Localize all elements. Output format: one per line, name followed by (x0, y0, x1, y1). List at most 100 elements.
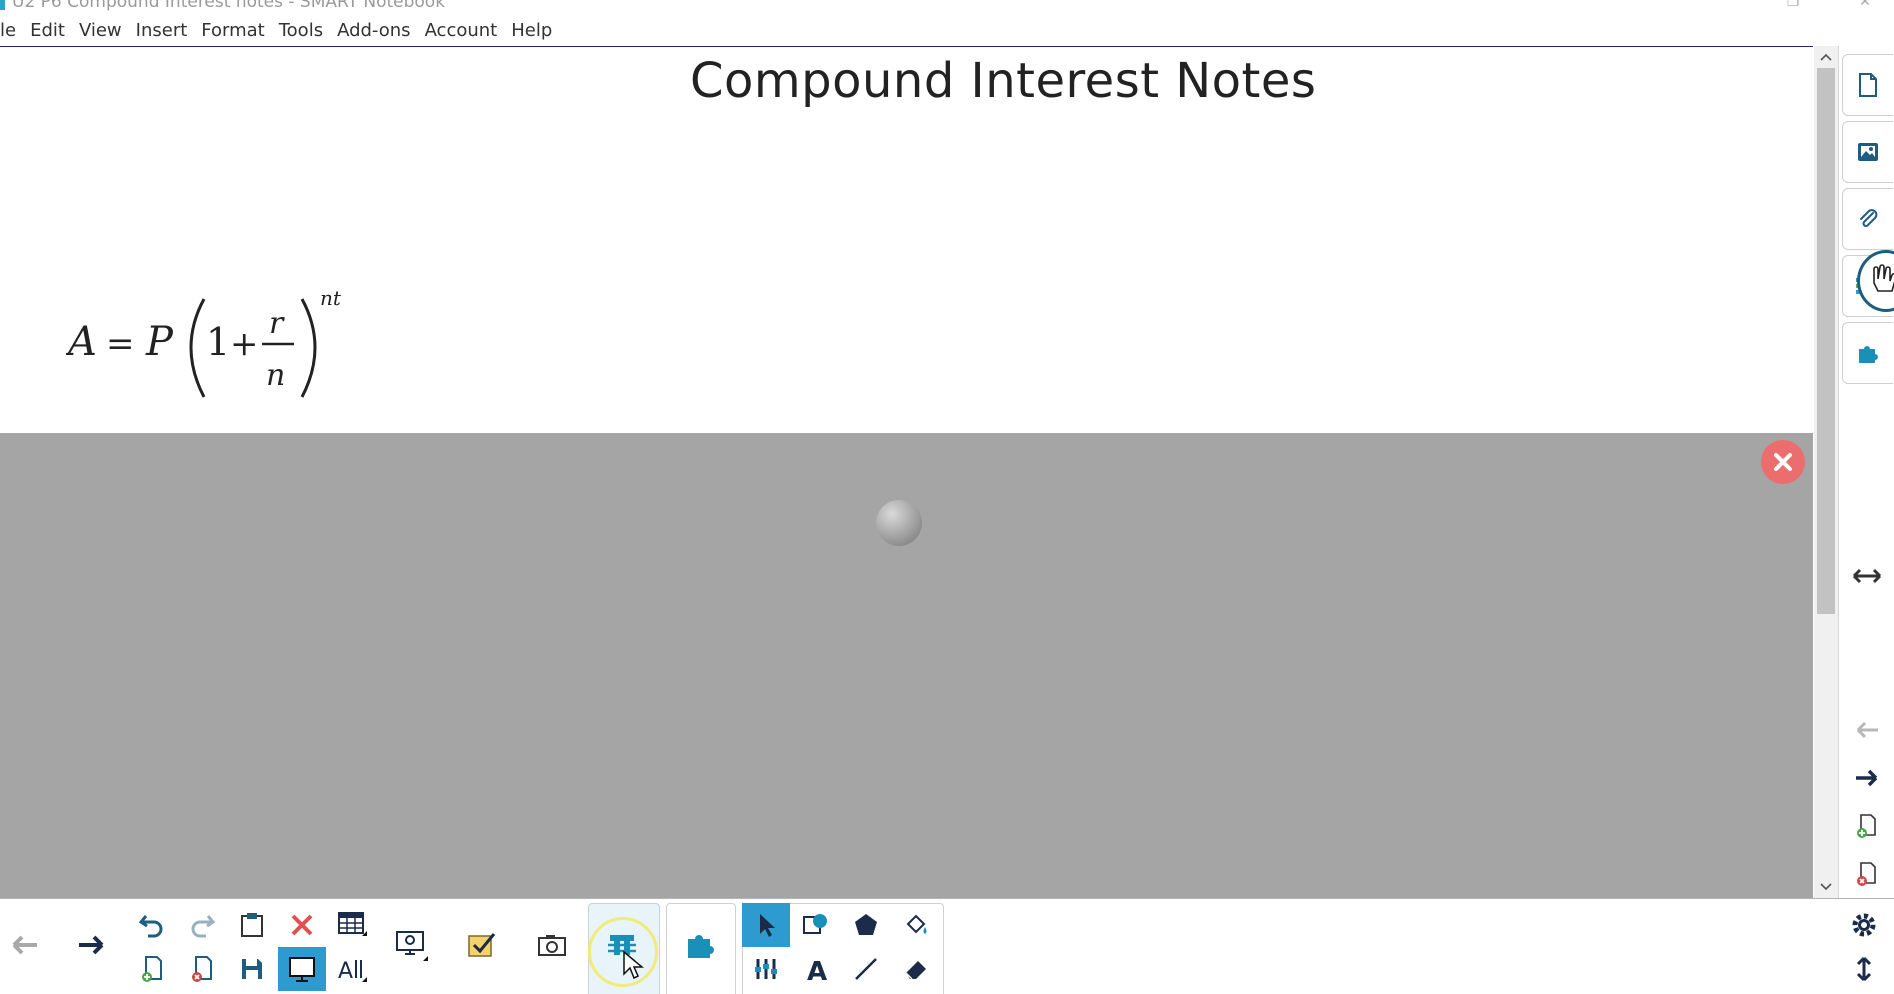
delete-page-icon (1857, 862, 1876, 886)
page-canvas[interactable]: Compound Interest Notes A = P 1 + r n nt (0, 46, 1813, 899)
scrollbar-thumb[interactable] (1817, 68, 1835, 614)
puzzle-icon (688, 935, 714, 958)
screen-shade-button[interactable] (387, 923, 435, 967)
delete-button[interactable] (278, 903, 326, 947)
line-tool-button[interactable] (842, 947, 890, 991)
paste-button[interactable] (228, 903, 276, 947)
scroll-down-icon[interactable] (1814, 880, 1838, 894)
main-toolbar: A A (0, 898, 1894, 994)
formula-a: A (66, 319, 97, 365)
formula-plus: + (230, 324, 259, 364)
previous-page-button[interactable] (0, 923, 48, 967)
menu-bar: le Edit View Insert Format Tools Add-ons… (0, 14, 1820, 48)
window-title: U2 P6 Compound Interest notes - SMART No… (12, 0, 446, 12)
menu-account[interactable]: Account (418, 14, 505, 48)
vertical-scrollbar[interactable] (1814, 46, 1838, 898)
select-tool-button[interactable] (742, 903, 790, 947)
menu-edit[interactable]: Edit (23, 14, 72, 48)
undo-button[interactable] (128, 903, 176, 947)
formula-equals: = (106, 324, 135, 364)
polygon-icon (855, 914, 877, 935)
sidebar-previous-page-button[interactable] (1849, 712, 1885, 748)
arrow-right-icon (79, 935, 104, 955)
redo-button[interactable] (178, 903, 226, 947)
customize-toolbar-button[interactable] (1840, 903, 1888, 947)
puzzle-icon (1859, 346, 1878, 363)
pointer-icon (760, 914, 775, 937)
close-window-button[interactable]: ✕ (1850, 0, 1880, 12)
restore-button[interactable]: ❐ (1778, 0, 1808, 12)
menu-view[interactable]: View (72, 14, 129, 48)
text-tool-button[interactable]: A (792, 947, 840, 991)
double-arrow-icon (1852, 568, 1882, 584)
close-icon (1774, 453, 1792, 471)
new-page-button[interactable] (128, 947, 176, 991)
clipboard-icon (241, 913, 263, 937)
menu-format[interactable]: Format (194, 14, 271, 48)
delete-page-button[interactable] (178, 947, 226, 991)
screen-capture-button[interactable] (528, 923, 576, 967)
formula-left-paren (189, 298, 206, 398)
tab-attachments[interactable] (1842, 188, 1893, 250)
sidebar-resize-button[interactable] (1849, 558, 1885, 594)
scroll-up-icon[interactable] (1814, 50, 1838, 64)
save-icon (242, 959, 262, 979)
shapes-tool-button[interactable] (792, 903, 840, 947)
formula-denominator: n (266, 358, 285, 393)
eraser-icon (905, 961, 926, 980)
hand-pointer-icon (1873, 264, 1894, 292)
next-page-button[interactable] (68, 923, 116, 967)
move-toolbar-button[interactable] (1840, 947, 1888, 991)
display-icon (289, 957, 315, 982)
formula-right-paren (300, 298, 317, 398)
regular-polygon-tool-button[interactable] (842, 903, 890, 947)
paint-bucket-icon (906, 914, 927, 934)
eraser-tool-button[interactable] (892, 947, 940, 991)
add-page-icon (1857, 814, 1876, 838)
addons-button[interactable] (676, 923, 724, 967)
page-icon (1859, 73, 1877, 97)
paperclip-icon (1860, 209, 1878, 227)
table-button[interactable] (328, 903, 376, 947)
save-button[interactable] (228, 947, 276, 991)
sidebar-delete-page-button[interactable] (1849, 856, 1885, 892)
compound-interest-formula[interactable]: A = P 1 + r n nt (66, 287, 366, 437)
formula-one: 1 (206, 320, 230, 364)
menu-insert[interactable]: Insert (129, 14, 195, 48)
mouse-cursor-icon (623, 950, 644, 980)
text-icon: A (807, 957, 827, 983)
response-button[interactable] (458, 923, 506, 967)
menu-help[interactable]: Help (504, 14, 559, 48)
formula-p: P (145, 319, 174, 365)
arrow-left-icon (12, 935, 37, 955)
arrow-left-icon (1856, 721, 1878, 739)
sidebar-next-page-button[interactable] (1849, 760, 1885, 796)
table-icon (338, 912, 367, 936)
tab-gallery[interactable] (1842, 121, 1893, 183)
formula-numerator: r (269, 306, 285, 341)
camera-icon (538, 935, 566, 956)
tab-page-sorter[interactable] (1842, 54, 1893, 116)
pens-tool-button[interactable] (742, 947, 790, 991)
menu-addons[interactable]: Add-ons (330, 14, 417, 48)
page-title[interactable]: Compound Interest Notes (690, 53, 1316, 109)
line-icon (855, 958, 877, 980)
undo-icon (138, 915, 163, 938)
menu-file[interactable]: le (0, 14, 23, 48)
delete-x-icon (291, 914, 313, 936)
screen-shade-icon (396, 931, 428, 961)
sidebar (1838, 46, 1894, 898)
arrow-right-icon (1856, 769, 1878, 787)
title-bar: U2 P6 Compound Interest notes - SMART No… (0, 0, 1894, 12)
overlay-close-button[interactable] (1761, 440, 1805, 484)
presentation-mode-button[interactable] (278, 947, 326, 991)
tab-addons[interactable] (1842, 322, 1893, 384)
sidebar-add-page-button[interactable] (1849, 808, 1885, 844)
add-page-icon (142, 956, 162, 982)
gallery-icon (1858, 143, 1878, 161)
fill-tool-button[interactable] (892, 903, 940, 947)
shapes-icon (803, 914, 827, 934)
loading-spinner (876, 500, 922, 546)
text-format-button[interactable]: A (328, 947, 376, 991)
menu-tools[interactable]: Tools (272, 14, 330, 48)
